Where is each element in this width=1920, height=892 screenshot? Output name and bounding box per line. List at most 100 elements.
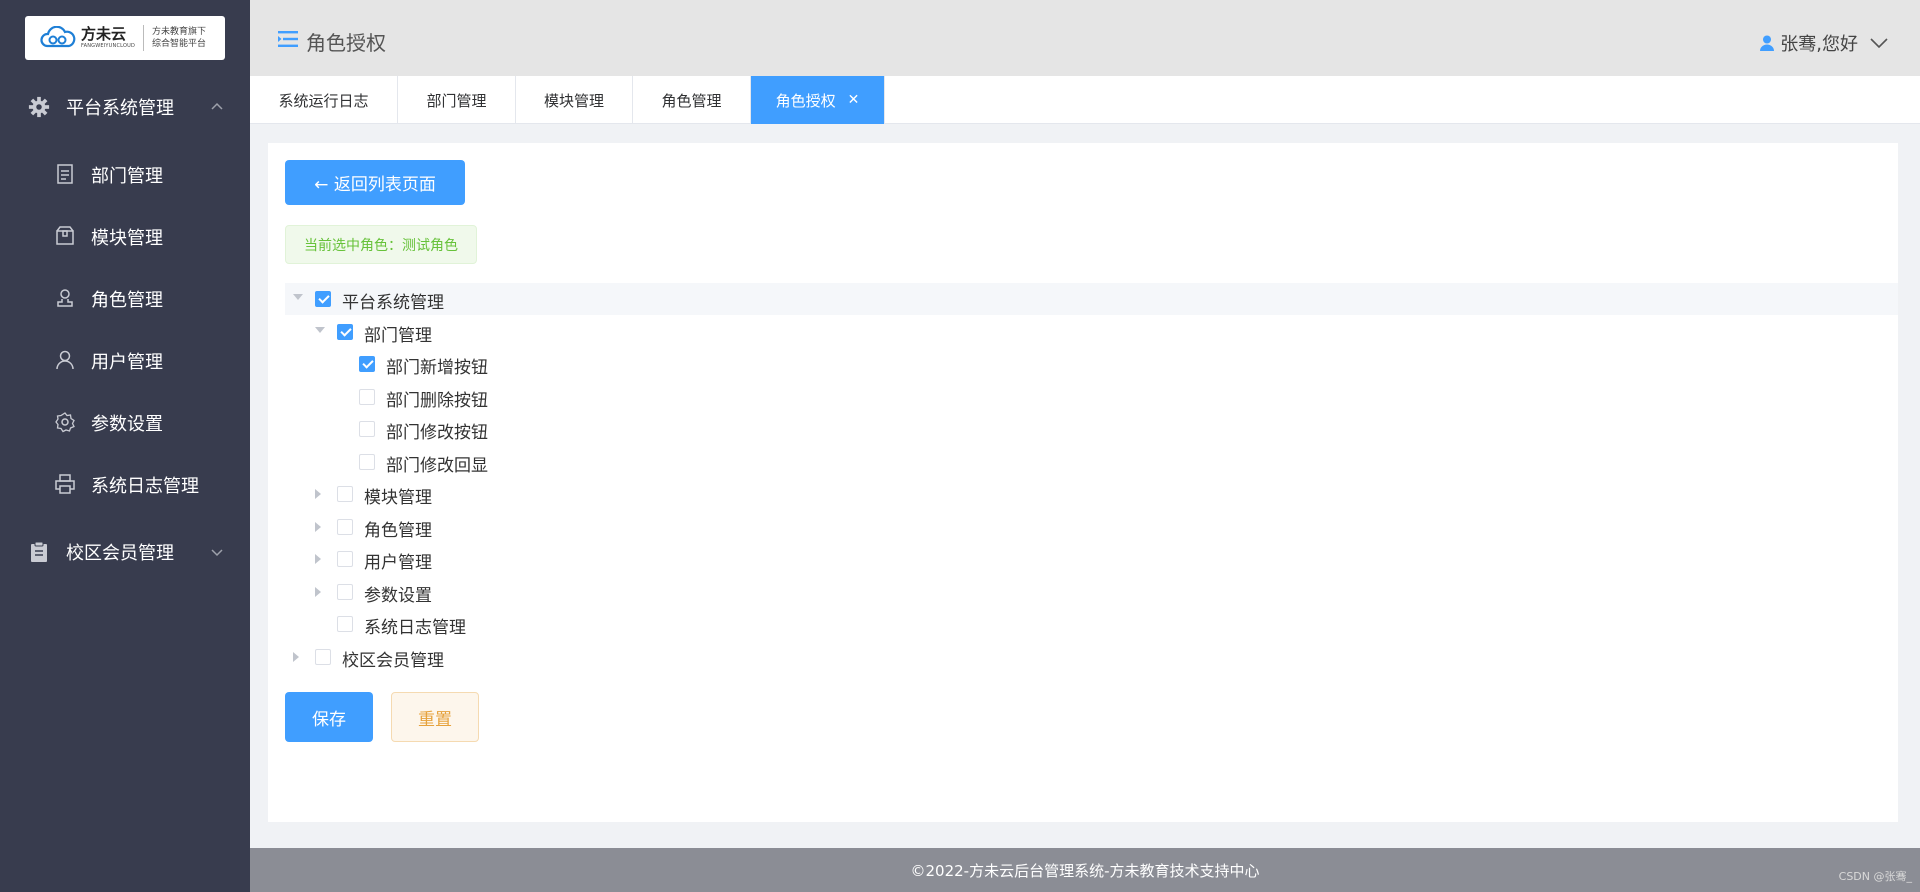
logo-tagline-1: 方未教育旗下 — [152, 27, 207, 37]
logo-tagline-2: 综合智能平台 — [152, 39, 207, 49]
tree-checkbox[interactable] — [359, 421, 375, 437]
reset-button[interactable]: 重置 — [391, 692, 479, 742]
sidebar-item-label: 部门管理 — [91, 166, 163, 187]
tab-label: 角色授权 — [775, 91, 836, 110]
tree-checkbox[interactable] — [337, 583, 353, 600]
menu-group-label: 平台系统管理 — [66, 98, 174, 119]
tree-checkbox[interactable] — [359, 453, 375, 470]
chevron-down-icon — [1870, 38, 1888, 49]
tree-checkbox[interactable] — [337, 323, 353, 340]
user-icon — [56, 350, 74, 370]
tab-role[interactable]: 角色管理 — [633, 76, 751, 124]
user-greeting: 张骞,您好 — [1780, 34, 1858, 55]
tree-checkbox[interactable] — [337, 486, 353, 502]
tab-label: 角色管理 — [661, 91, 722, 110]
tree-node-label: 模块管理 — [364, 488, 432, 508]
tree-node-label: 系统日志管理 — [364, 618, 466, 638]
tree-node-label: 部门修改按钮 — [386, 423, 488, 443]
caret-down-icon[interactable] — [293, 294, 303, 300]
tree-node[interactable]: 用户管理 — [285, 543, 1898, 575]
sidebar-item-module[interactable]: 模块管理 — [0, 205, 250, 267]
tree-node-label: 部门新增按钮 — [386, 358, 488, 378]
logo-en: FANGWEIYUNCLOUD — [81, 43, 136, 49]
tab-label: 部门管理 — [426, 91, 487, 110]
header: 角色授权 张骞,您好 — [250, 0, 1920, 76]
caret-down-icon[interactable] — [315, 326, 325, 333]
caret-right-icon[interactable] — [315, 521, 321, 532]
sidebar-item-label: 系统日志管理 — [91, 476, 199, 497]
tree-checkbox[interactable] — [315, 291, 331, 307]
tree-checkbox[interactable] — [359, 388, 375, 405]
tree-node[interactable]: 部门管理 — [285, 316, 1898, 348]
settings-icon — [55, 412, 75, 433]
tree-node-label: 用户管理 — [364, 553, 432, 573]
back-to-list-button[interactable]: ← 返回列表页面 — [285, 160, 465, 205]
caret-right-icon[interactable] — [315, 586, 321, 597]
tree-node[interactable]: 校区会员管理 — [285, 641, 1898, 673]
close-icon[interactable]: ✕ — [848, 92, 860, 108]
tree-checkbox[interactable] — [337, 616, 353, 632]
caret-right-icon[interactable] — [293, 651, 299, 662]
tree-checkbox[interactable] — [359, 356, 375, 372]
sidebar-item-settings[interactable]: 参数设置 — [0, 391, 250, 453]
sidebar-item-label: 用户管理 — [91, 352, 163, 373]
sidebar-item-role[interactable]: 角色管理 — [0, 267, 250, 329]
menu-group-campus[interactable]: 校区会员管理 — [0, 522, 250, 582]
tree-node-label: 部门删除按钮 — [386, 390, 488, 411]
sidebar-item-user[interactable]: 用户管理 — [0, 329, 250, 391]
watermark: CSDN @张骞_ — [1838, 870, 1912, 883]
sidebar-item-syslog[interactable]: 系统日志管理 — [0, 453, 250, 515]
footer-text: ©2022-方未云后台管理系统-方未教育技术支持中心 — [910, 861, 1260, 880]
tree-node[interactable]: 模块管理 — [285, 478, 1898, 510]
tree-node[interactable]: 部门修改回显 — [285, 446, 1898, 478]
clipboard-icon — [31, 541, 47, 562]
menu-group-label: 校区会员管理 — [66, 543, 174, 564]
menu-group-platform[interactable]: 平台系统管理 — [0, 77, 250, 137]
tree-checkbox[interactable] — [315, 648, 331, 665]
sidebar-item-department[interactable]: 部门管理 — [0, 143, 250, 205]
menu-toggle-icon[interactable] — [278, 31, 298, 47]
logo-name: 方未云 — [81, 25, 127, 43]
page-title: 角色授权 — [306, 31, 386, 55]
tree-checkbox[interactable] — [337, 551, 353, 567]
footer: ©2022-方未云后台管理系统-方未教育技术支持中心 — [250, 848, 1920, 892]
tree-node[interactable]: 角色管理 — [285, 511, 1898, 543]
user-icon — [1760, 35, 1775, 51]
tab-role-auth[interactable]: 角色授权 ✕ — [751, 76, 885, 124]
tree-node[interactable]: 参数设置 — [285, 576, 1898, 608]
chevron-up-icon — [211, 102, 223, 110]
tab-department[interactable]: 部门管理 — [398, 76, 516, 124]
tab-module[interactable]: 模块管理 — [516, 76, 633, 124]
tree-node[interactable]: 部门删除按钮 — [285, 381, 1898, 413]
tree-node[interactable]: 部门修改按钮 — [285, 413, 1898, 445]
tree-node-label: 参数设置 — [364, 585, 432, 606]
sidebar-item-label: 参数设置 — [91, 414, 163, 435]
tree-node-label: 校区会员管理 — [342, 650, 444, 671]
chevron-down-icon — [211, 549, 223, 557]
printer-icon — [55, 474, 75, 494]
box-icon — [56, 226, 74, 245]
tree-node[interactable]: 平台系统管理 — [285, 283, 1898, 315]
tree-node[interactable]: 部门新增按钮 — [285, 348, 1898, 380]
cloud-logo-icon — [40, 26, 76, 48]
main-panel: ← 返回列表页面 当前选中角色：测试角色 平台系统管理部门管理部门新增按钮 部门删… — [268, 143, 1898, 822]
tree-node-label: 部门管理 — [364, 325, 432, 346]
caret-right-icon[interactable] — [315, 554, 321, 564]
tree-node-label: 角色管理 — [364, 520, 432, 541]
tree-node[interactable]: 系统日志管理 — [285, 608, 1898, 640]
save-button[interactable]: 保存 — [285, 692, 373, 742]
tab-system-log[interactable]: 系统运行日志 — [250, 76, 398, 124]
user-menu[interactable]: 张骞,您好 — [1760, 30, 1888, 56]
current-role-tag: 当前选中角色：测试角色 — [285, 225, 477, 264]
tree-checkbox[interactable] — [337, 518, 353, 535]
sidebar-item-label: 模块管理 — [91, 228, 163, 249]
tab-label: 模块管理 — [543, 91, 604, 110]
caret-right-icon[interactable] — [315, 489, 321, 499]
tab-bar: 系统运行日志 部门管理 模块管理 角色管理 角色授权 ✕ — [250, 76, 1920, 124]
logo[interactable]: 方未云 FANGWEIYUNCLOUD 方未教育旗下 综合智能平台 — [25, 16, 225, 60]
tree-node-label: 平台系统管理 — [342, 293, 444, 313]
gear-icon — [28, 96, 50, 118]
logo-divider — [143, 25, 145, 51]
document-icon — [57, 164, 73, 184]
sidebar-item-label: 角色管理 — [91, 290, 163, 311]
